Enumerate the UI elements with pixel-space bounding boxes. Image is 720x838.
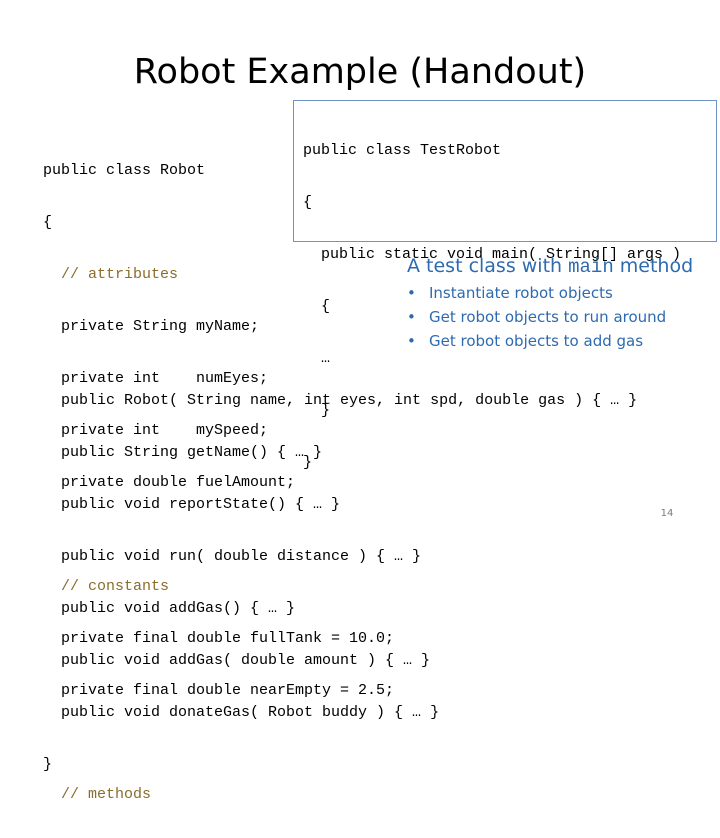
callout-heading: A test class with main method [407, 252, 719, 281]
code-line: } [303, 454, 313, 471]
code-line: public class TestRobot [303, 142, 502, 159]
callout-heading-suffix: method [613, 255, 694, 277]
bullet-dot-icon: • [407, 284, 416, 302]
bullet-dot-icon: • [407, 332, 416, 350]
callout-bullet-list: • Instantiate robot objects • Get robot … [407, 281, 719, 353]
slide: Robot Example (Handout) public class Rob… [0, 0, 720, 803]
code-line: public void addGas() { … } [43, 600, 296, 617]
bullet-dot-icon: • [407, 308, 416, 326]
list-item: • Get robot objects to run around [407, 305, 719, 329]
page-number: 14 [660, 508, 674, 519]
code-line: { [303, 194, 313, 211]
callout-heading-prefix: A test class with [407, 255, 569, 277]
code-line: } [43, 756, 53, 773]
bullet-text: Get robot objects to add gas [429, 332, 644, 350]
list-item: • Get robot objects to add gas [407, 329, 719, 353]
code-line: public void addGas( double amount ) { … … [43, 652, 431, 669]
test-class-callout: A test class with main method • Instanti… [407, 252, 719, 353]
code-line: public void run( double distance ) { … } [43, 548, 422, 565]
code-line: public void donateGas( Robot buddy ) { …… [43, 704, 440, 721]
test-robot-code-box: public class TestRobot { public static v… [293, 100, 717, 471]
slide-title: Robot Example (Handout) [133, 52, 587, 92]
code-line: } [303, 402, 331, 419]
callout-heading-code: main [568, 256, 614, 278]
bullet-text: Instantiate robot objects [429, 284, 613, 302]
list-item: • Instantiate robot objects [407, 281, 719, 305]
bullet-text: Get robot objects to run around [429, 308, 667, 326]
